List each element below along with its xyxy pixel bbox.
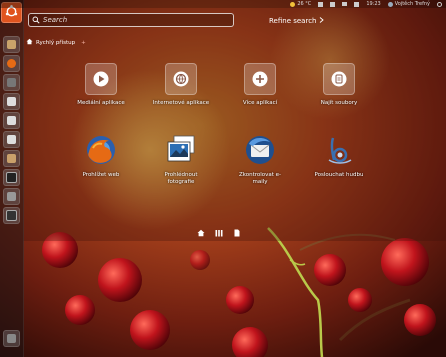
writer-icon[interactable] [3, 93, 20, 110]
shortcut-find-files[interactable]: Najít soubory [306, 63, 372, 107]
user-menu[interactable]: Vojtěch Trefný [387, 1, 430, 7]
shortcut-internet-apps[interactable]: Internetové aplikace [148, 63, 214, 107]
calc-icon[interactable] [3, 112, 20, 129]
app-label: Poslouchat hudbu [314, 172, 364, 178]
shortcut-label: Mediální aplikace [77, 100, 125, 106]
shortcut-label: Více aplikací [242, 100, 278, 106]
volume-icon[interactable] [354, 1, 360, 7]
app-label: Zkontrolovat e-maily [238, 172, 282, 185]
top-panel: 26 °C 19:23 Vojtěch Trefný [0, 0, 446, 8]
files-lens-icon[interactable] [233, 229, 241, 237]
mail-icon[interactable] [3, 74, 20, 91]
file-search-icon [323, 63, 355, 95]
trash-icon[interactable] [3, 330, 20, 347]
terminal-icon[interactable] [3, 169, 20, 186]
shortcut-label: Najít soubory [320, 100, 358, 106]
play-icon [85, 63, 117, 95]
app-label: Prohlédnout fotografie [164, 172, 198, 185]
search-box[interactable] [28, 13, 234, 27]
applications-lens-icon[interactable] [215, 229, 223, 237]
home-folder-icon[interactable] [3, 36, 20, 53]
impress-icon[interactable] [3, 131, 20, 148]
home-icon [26, 38, 33, 47]
weather-indicator[interactable]: 26 °C [290, 1, 311, 7]
app-check-email[interactable]: Zkontrolovat e-maily [227, 133, 293, 186]
photos-icon [164, 133, 198, 167]
shortcut-more-apps[interactable]: Více aplikací [227, 63, 293, 107]
firefox-icon[interactable] [3, 55, 20, 72]
app-label: Prohlížet web [82, 172, 120, 178]
temperature: 26 °C [297, 1, 312, 7]
user-name: Vojtěch Trefný [394, 1, 430, 7]
refine-search-label: Refine search [269, 17, 317, 25]
clock[interactable]: 19:23 [366, 1, 380, 7]
category-header[interactable]: Rychlý přístup + [26, 38, 86, 47]
plus-icon [244, 63, 276, 95]
arrow-right-icon [319, 17, 324, 25]
power-icon[interactable] [437, 1, 442, 7]
mail-indicator-icon[interactable] [318, 1, 324, 7]
search-icon [29, 16, 43, 24]
app-listen-music[interactable]: Poslouchat hudbu [306, 133, 372, 179]
thunderbird-icon [243, 133, 277, 167]
app-view-photos[interactable]: Prohlédnout fotografie [148, 133, 214, 186]
category-title: Rychlý přístup [36, 39, 76, 46]
workspace-switcher-icon[interactable] [3, 207, 20, 224]
globe-icon [165, 63, 197, 95]
sun-icon [290, 1, 296, 7]
firefox-icon [84, 133, 118, 167]
network-icon[interactable] [330, 1, 336, 7]
home-lens-icon[interactable] [197, 229, 205, 237]
refine-search-toggle[interactable]: Refine search [269, 17, 324, 25]
search-input[interactable] [43, 16, 223, 24]
lens-bar [197, 229, 241, 237]
expand-category-icon[interactable]: + [81, 40, 86, 46]
launcher [0, 0, 24, 357]
software-center-icon[interactable] [3, 150, 20, 167]
dash-panel: Refine search Rychlý přístup + Mediální … [23, 8, 446, 241]
banshee-icon [322, 133, 356, 167]
battery-icon[interactable] [342, 2, 348, 6]
settings-icon[interactable] [3, 188, 20, 205]
shortcut-media-apps[interactable]: Mediální aplikace [68, 63, 134, 107]
shortcut-label: Internetové aplikace [152, 100, 210, 106]
user-icon [387, 1, 393, 7]
app-browse-web[interactable]: Prohlížet web [68, 133, 134, 179]
